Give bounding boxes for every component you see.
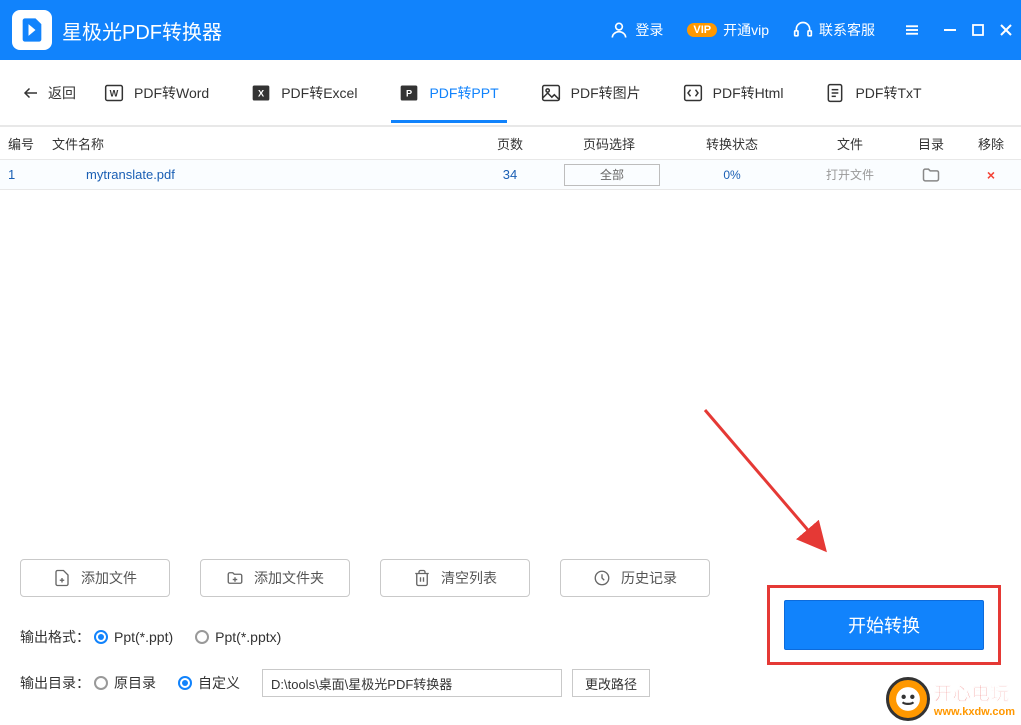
clear-list-button[interactable]: 清空列表 bbox=[380, 559, 530, 597]
user-icon bbox=[609, 20, 629, 40]
history-button[interactable]: 历史记录 bbox=[560, 559, 710, 597]
th-dir: 目录 bbox=[896, 134, 966, 153]
titlebar: 星极光PDF转换器 登录 VIP 开通vip 联系客服 bbox=[0, 0, 1021, 60]
tab-label: PDF转Word bbox=[134, 83, 209, 103]
th-status: 转换状态 bbox=[660, 134, 804, 153]
svg-text:X: X bbox=[258, 88, 265, 98]
table-row[interactable]: 1 mytranslate.pdf 34 全部 0% 打开文件 × bbox=[0, 160, 1021, 190]
open-file-link[interactable]: 打开文件 bbox=[826, 168, 874, 182]
tab-pdf-to-html[interactable]: PDF转Html bbox=[683, 83, 784, 103]
add-folder-label: 添加文件夹 bbox=[254, 568, 324, 588]
add-folder-button[interactable]: 添加文件夹 bbox=[200, 559, 350, 597]
th-file: 文件 bbox=[804, 134, 896, 153]
txt-icon bbox=[825, 83, 845, 103]
image-icon bbox=[541, 83, 561, 103]
back-button[interactable]: 返回 bbox=[22, 83, 76, 103]
support-button[interactable]: 联系客服 bbox=[793, 20, 875, 40]
table-header: 编号 文件名称 页数 页码选择 转换状态 文件 目录 移除 bbox=[0, 126, 1021, 160]
svg-text:W: W bbox=[110, 88, 119, 98]
range-selector[interactable]: 全部 bbox=[564, 164, 660, 186]
tab-label: PDF转TxT bbox=[855, 83, 921, 103]
history-label: 历史记录 bbox=[621, 568, 677, 588]
remove-button[interactable]: × bbox=[987, 167, 995, 183]
tab-label: PDF转PPT bbox=[429, 83, 498, 103]
th-range: 页码选择 bbox=[558, 134, 660, 153]
tabs-row: 返回 W PDF转Word X PDF转Excel P PDF转PPT PDF转… bbox=[0, 60, 1021, 126]
annotation-frame: 开始转换 bbox=[767, 585, 1001, 665]
th-del: 移除 bbox=[966, 134, 1016, 153]
app-title: 星极光PDF转换器 bbox=[62, 16, 222, 45]
file-plus-icon bbox=[53, 569, 71, 587]
start-convert-button[interactable]: 开始转换 bbox=[784, 600, 984, 650]
word-icon: W bbox=[104, 83, 124, 103]
watermark: 开心电玩 www.kxdw.com bbox=[886, 677, 1015, 721]
support-label: 联系客服 bbox=[819, 20, 875, 40]
cell-name: mytranslate.pdf bbox=[46, 167, 462, 182]
th-id: 编号 bbox=[0, 134, 46, 153]
tab-pdf-to-image[interactable]: PDF转图片 bbox=[541, 83, 641, 103]
vip-icon: VIP bbox=[687, 23, 717, 37]
arrow-left-icon bbox=[22, 84, 40, 102]
tab-pdf-to-excel[interactable]: X PDF转Excel bbox=[251, 83, 357, 103]
change-path-button[interactable]: 更改路径 bbox=[572, 669, 650, 697]
path-input[interactable] bbox=[262, 669, 562, 697]
folder-icon[interactable] bbox=[902, 165, 960, 185]
excel-icon: X bbox=[251, 83, 271, 103]
clear-label: 清空列表 bbox=[441, 568, 497, 588]
close-button[interactable] bbox=[999, 23, 1013, 37]
tab-label: PDF转图片 bbox=[571, 83, 641, 103]
vip-label: 开通vip bbox=[723, 20, 769, 40]
trash-icon bbox=[413, 569, 431, 587]
th-name: 文件名称 bbox=[46, 134, 462, 153]
radio-custom-dir[interactable]: 自定义 bbox=[178, 673, 240, 693]
login-button[interactable]: 登录 bbox=[609, 20, 663, 40]
dir-label: 输出目录： bbox=[20, 673, 94, 693]
minimize-button[interactable] bbox=[943, 23, 957, 37]
headset-icon bbox=[793, 20, 813, 40]
ppt-icon: P bbox=[399, 83, 419, 103]
watermark-logo bbox=[886, 677, 930, 721]
maximize-button[interactable] bbox=[971, 23, 985, 37]
tab-label: PDF转Html bbox=[713, 83, 784, 103]
tab-pdf-to-ppt[interactable]: P PDF转PPT bbox=[399, 83, 498, 103]
watermark-text: 开心电玩 bbox=[934, 680, 1015, 706]
svg-text:P: P bbox=[406, 88, 412, 98]
html-icon bbox=[683, 83, 703, 103]
app-logo bbox=[12, 10, 52, 50]
output-dir-row: 输出目录： 原目录 自定义 更改路径 bbox=[20, 669, 1001, 697]
add-file-button[interactable]: 添加文件 bbox=[20, 559, 170, 597]
cell-pages: 34 bbox=[462, 167, 558, 182]
back-label: 返回 bbox=[48, 83, 76, 103]
menu-button[interactable] bbox=[903, 21, 921, 39]
cell-status: 0% bbox=[660, 168, 804, 182]
radio-ppt[interactable]: Ppt(*.ppt) bbox=[94, 629, 173, 645]
folder-plus-icon bbox=[226, 569, 244, 587]
th-pages: 页数 bbox=[462, 134, 558, 153]
clock-icon bbox=[593, 569, 611, 587]
radio-pptx[interactable]: Ppt(*.pptx) bbox=[195, 629, 281, 645]
tab-label: PDF转Excel bbox=[281, 83, 357, 103]
format-label: 输出格式： bbox=[20, 627, 94, 647]
add-file-label: 添加文件 bbox=[81, 568, 137, 588]
watermark-url: www.kxdw.com bbox=[934, 706, 1015, 718]
login-label: 登录 bbox=[635, 20, 663, 40]
tab-pdf-to-txt[interactable]: PDF转TxT bbox=[825, 83, 921, 103]
tab-pdf-to-word[interactable]: W PDF转Word bbox=[104, 83, 209, 103]
radio-orig-dir[interactable]: 原目录 bbox=[94, 673, 156, 693]
cell-id: 1 bbox=[0, 167, 46, 182]
vip-button[interactable]: VIP 开通vip bbox=[687, 20, 769, 40]
